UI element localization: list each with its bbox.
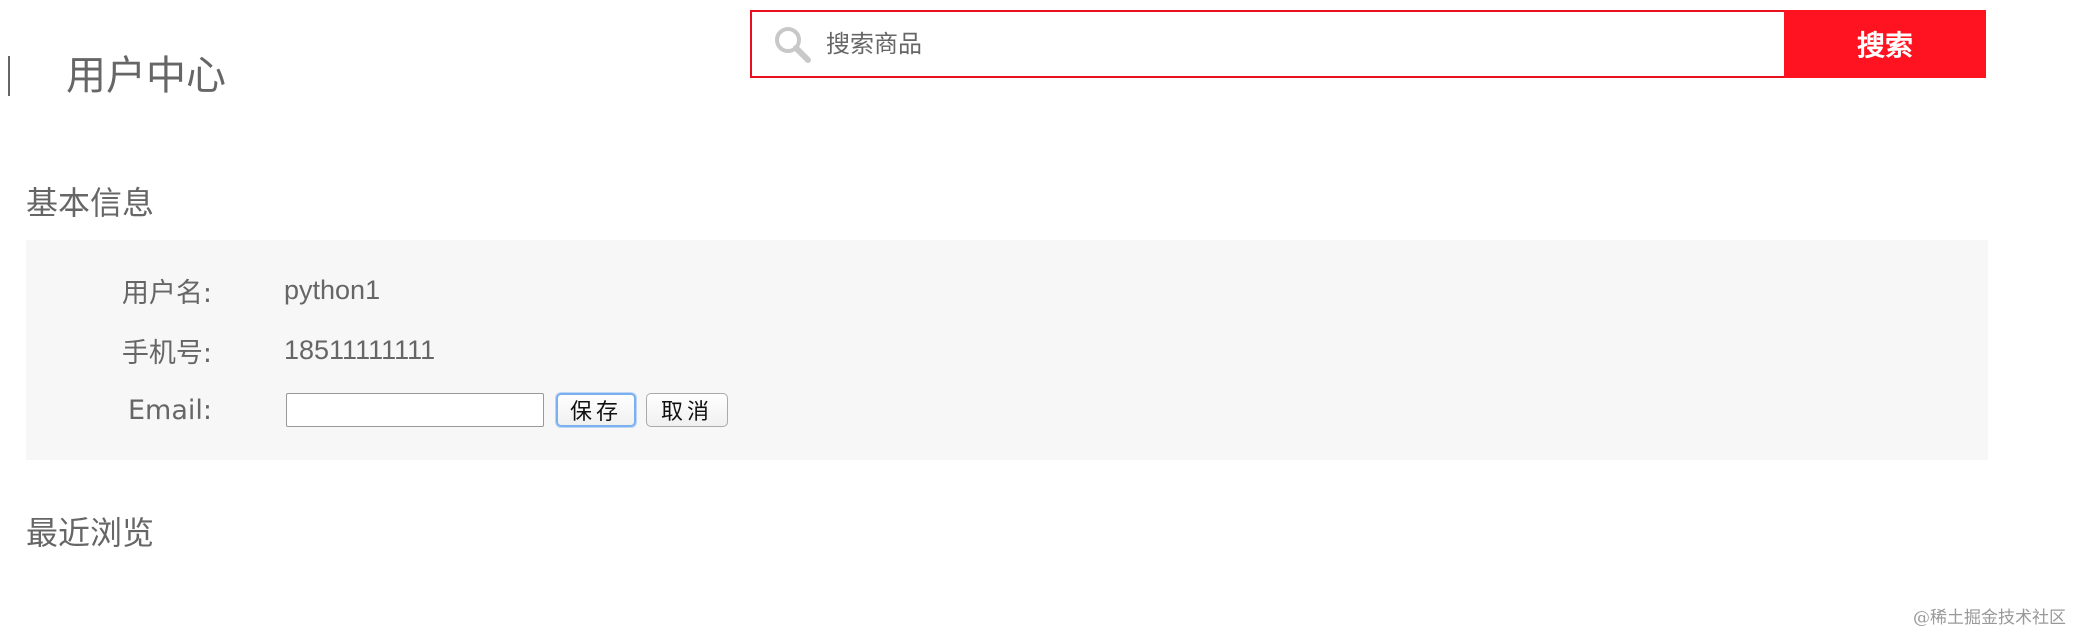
watermark: @稀土掘金技术社区 — [1913, 608, 2066, 628]
search-icon — [775, 27, 811, 63]
email-field[interactable] — [286, 393, 544, 427]
email-row: Email: 保存 取消 — [26, 390, 728, 430]
cancel-button[interactable]: 取消 — [646, 393, 728, 427]
search-input[interactable] — [824, 29, 1728, 59]
phone-value: 18511111111 — [284, 334, 436, 365]
email-label: Email: — [127, 394, 212, 426]
search-button[interactable]: 搜索 — [1784, 10, 1986, 78]
basic-info-heading: 基本信息 — [26, 184, 155, 222]
phone-label: 手机号: — [121, 337, 212, 369]
username-label: 用户名: — [121, 277, 212, 309]
search-box[interactable] — [750, 10, 1784, 78]
recent-views-heading: 最近浏览 — [26, 514, 155, 552]
username-row: 用户名: python1 — [26, 270, 380, 310]
page-title: 用户中心 — [66, 53, 226, 99]
save-button[interactable]: 保存 — [556, 393, 636, 427]
basic-info-panel: 用户名: python1 手机号: 18511111111 Email: 保存 … — [26, 240, 1988, 460]
title-accent-bar — [8, 56, 10, 96]
phone-row: 手机号: 18511111111 — [26, 330, 435, 370]
username-value: python1 — [284, 274, 381, 305]
search-bar: 搜索 — [750, 10, 1986, 78]
